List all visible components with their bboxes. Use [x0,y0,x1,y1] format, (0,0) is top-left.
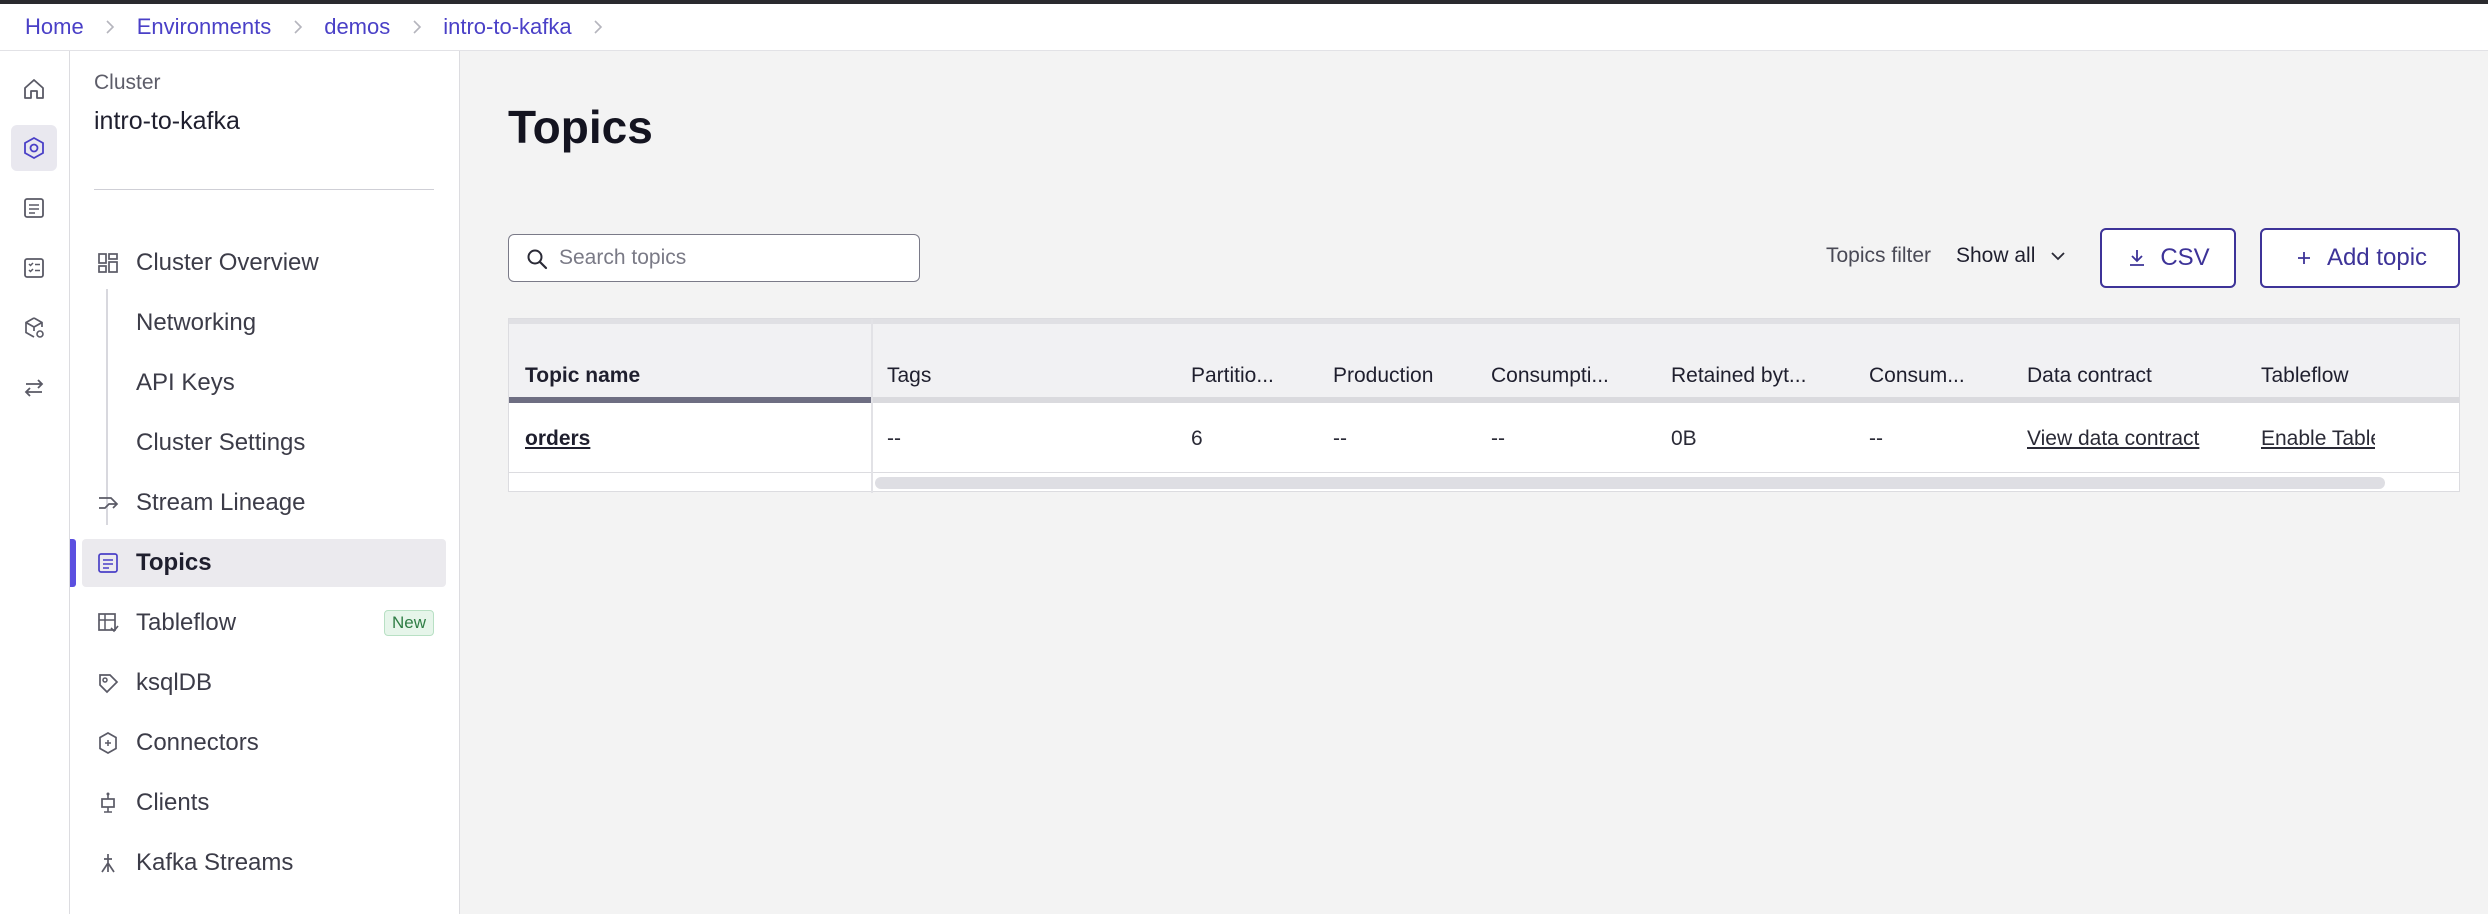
add-topic-button[interactable]: Add topic [2260,228,2460,288]
sidebar-item-label: Clients [136,789,210,816]
view-data-contract-link[interactable]: View data contract [2027,427,2199,451]
breadcrumb-demos[interactable]: demos [324,14,390,40]
cluster-icon[interactable] [11,125,57,171]
plus-icon [2297,252,2310,264]
home-icon[interactable] [11,66,57,112]
search-box[interactable] [508,234,920,282]
sidebar-item-label: Cluster Overview [136,249,319,276]
download-icon [2130,250,2145,266]
sidebar-item-networking[interactable]: Networking [82,299,446,347]
csv-download-button[interactable]: CSV [2100,228,2236,288]
sidebar-item-cluster-settings[interactable]: Cluster Settings [82,419,446,467]
active-indicator [70,539,76,587]
column-header-production[interactable]: Production [1333,364,1433,388]
column-header-tags[interactable]: Tags [887,364,931,388]
cluster-label: Cluster [94,71,161,94]
topics-filter-value: Show all [1956,244,2036,267]
kafka-streams-icon [101,854,115,873]
cell-partitions: 6 [1191,427,1203,450]
column-header-tableflow[interactable]: Tableflow [2261,364,2349,388]
sidebar-item-label: Topics [136,549,212,576]
sidebar-item-label: Cluster Settings [136,429,306,456]
sidebar-item-tableflow[interactable]: Tableflow New [82,599,446,647]
cell-production: -- [1333,427,1347,450]
cell-consumption: -- [1491,427,1505,450]
chevron-right-icon [390,20,443,34]
sidebar-item-label: Tableflow [136,609,237,636]
cell-consumers: -- [1869,427,1883,450]
sidebar-item-label: ksqlDB [136,669,213,696]
table-header: Topic name Tags Partitio... Production C… [509,319,2459,403]
topics-filter-label: Topics filter [1826,244,1932,267]
sidebar-item-stream-lineage[interactable]: Stream Lineage [82,479,446,527]
topics-icon[interactable] [11,185,57,231]
chevron-down-icon [2051,252,2066,261]
lineage-icon [99,497,119,509]
sidebar-item-clients[interactable]: Clients [82,779,446,827]
column-header-retained-bytes[interactable]: Retained byt... [1671,364,1806,388]
cell-retained-bytes: 0B [1671,427,1697,450]
sidebar-item-label: Networking [136,309,257,336]
topics-table: Topic name Tags Partitio... Production C… [508,318,2460,493]
sidebar-item-kafka-streams[interactable]: Kafka Streams [82,839,446,887]
breadcrumb-environments[interactable]: Environments [137,14,272,40]
cell-tags: -- [887,427,901,450]
topic-link[interactable]: orders [525,427,590,451]
sticky-column-divider [871,319,873,493]
scrollbar-thumb[interactable] [875,477,2385,489]
cluster-sidebar: Cluster intro-to-kafka Cluster Overview … [70,51,460,914]
sidebar-item-topics[interactable]: Topics [82,539,446,587]
column-header-consumers[interactable]: Consum... [1869,364,1965,388]
breadcrumb-home[interactable]: Home [25,14,84,40]
search-input[interactable] [559,235,909,281]
sidebar-divider [94,189,434,190]
box-settings-icon[interactable] [11,305,57,351]
connectors-icon [99,732,117,754]
sidebar-item-label: API Keys [136,369,235,396]
topics-icon [98,553,118,573]
table-row: orders -- 6 -- -- 0B -- View data contra… [509,403,2459,473]
chevron-right-icon [572,20,625,34]
chevron-right-icon [84,20,137,34]
cluster-name: intro-to-kafka [94,107,240,135]
sidebar-item-label: Kafka Streams [136,849,294,876]
column-header-data-contract[interactable]: Data contract [2027,364,2152,388]
topics-filter-select[interactable]: Show all [1956,236,2067,276]
sidebar-item-label: Stream Lineage [136,489,306,516]
column-header-consumption[interactable]: Consumpti... [1491,364,1609,388]
sidebar-item-cluster-overview[interactable]: Cluster Overview [82,239,446,287]
sidebar-item-connectors[interactable]: Connectors [82,719,446,767]
chevron-right-icon [271,20,324,34]
breadcrumb: Home Environments demos intro-to-kafka [0,4,2488,51]
clients-icon [101,792,115,813]
sidebar-item-ksqldb[interactable]: ksqlDB [82,659,446,707]
enable-tableflow-link[interactable]: Enable Tableflow [2261,427,2375,451]
icon-rail [0,51,70,914]
sidebar-item-label: Connectors [136,729,259,756]
column-header-topic-name[interactable]: Topic name [525,364,640,388]
csv-button-label: CSV [2160,244,2210,271]
add-topic-label: Add topic [2326,244,2428,271]
ksqldb-icon [99,674,119,694]
swap-icon[interactable] [11,365,57,411]
new-badge: New [383,610,434,636]
sidebar-item-api-keys[interactable]: API Keys [82,359,446,407]
column-header-partitions[interactable]: Partitio... [1191,364,1274,388]
tableflow-icon [98,613,119,633]
search-icon [527,249,548,270]
breadcrumb-cluster[interactable]: intro-to-kafka [443,14,571,40]
page-title: Topics [508,101,653,153]
dashboard-icon [98,253,118,273]
checklist-icon[interactable] [11,245,57,291]
